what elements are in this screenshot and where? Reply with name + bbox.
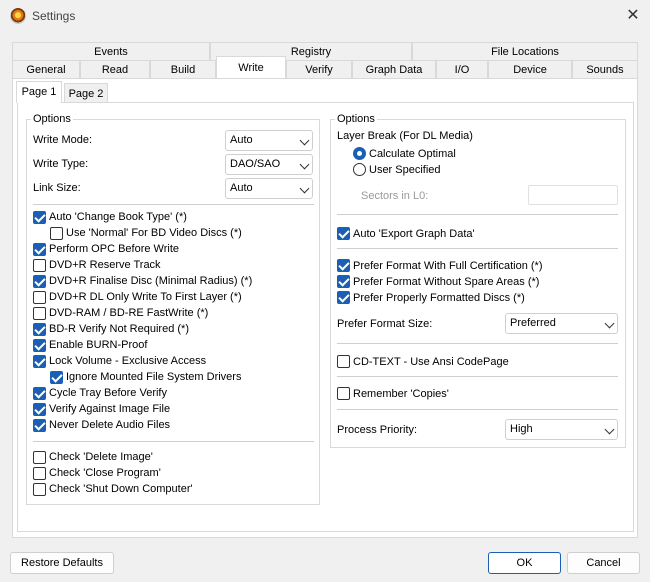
tab-events[interactable]: Events: [12, 42, 210, 60]
checkbox-verify-image[interactable]: [33, 403, 46, 416]
checkbox-label: Auto 'Change Book Type' (*): [49, 211, 187, 223]
checkbox-label: Auto 'Export Graph Data': [353, 228, 475, 240]
divider: [337, 343, 618, 344]
checkbox-remember-copies[interactable]: [337, 387, 350, 400]
ok-button[interactable]: OK: [488, 552, 561, 574]
chevron-down-icon: [299, 183, 310, 194]
checkbox-label: Prefer Format With Full Certification (*…: [353, 260, 543, 272]
checkbox-label: CD-TEXT - Use Ansi CodePage: [353, 356, 509, 368]
checkbox-label: DVD+R Reserve Track: [49, 259, 161, 271]
tab-sounds[interactable]: Sounds: [572, 60, 638, 78]
tab-io[interactable]: I/O: [436, 60, 488, 78]
right-group-title: Options: [335, 113, 377, 125]
checkbox-label: Use 'Normal' For BD Video Discs (*): [66, 227, 242, 239]
divider: [33, 204, 314, 205]
checkbox-label: Lock Volume - Exclusive Access: [49, 355, 207, 367]
radio-calculate-optimal[interactable]: [353, 147, 366, 160]
checkbox-never-delete-audio[interactable]: [33, 419, 46, 432]
tab-graph-data[interactable]: Graph Data: [352, 60, 436, 78]
checkbox-label: Ignore Mounted File System Drivers: [66, 371, 242, 383]
checkbox-cycle-tray[interactable]: [33, 387, 46, 400]
tab-write[interactable]: Write: [216, 56, 286, 78]
checkbox-prefer-no-spare[interactable]: [337, 275, 350, 288]
checkbox-ignore-mounted[interactable]: [50, 371, 63, 384]
prefer-format-size-select[interactable]: Preferred: [505, 313, 618, 334]
prefer-format-size-label: Prefer Format Size:: [337, 318, 433, 330]
tab-build[interactable]: Build: [150, 60, 216, 78]
chevron-down-icon: [299, 135, 310, 146]
checkbox-label: Check 'Delete Image': [49, 451, 153, 463]
tab-device[interactable]: Device: [488, 60, 572, 78]
close-icon[interactable]: ✕: [622, 6, 644, 26]
write-mode-label: Write Mode:: [33, 134, 93, 146]
app-icon: [10, 8, 26, 24]
write-type-label: Write Type:: [33, 158, 89, 170]
checkbox-label: DVD+R DL Only Write To First Layer (*): [49, 291, 242, 303]
tab-general[interactable]: General: [12, 60, 80, 78]
write-type-select[interactable]: DAO/SAO: [225, 154, 313, 175]
sectors-label: Sectors in L0:: [361, 190, 429, 202]
checkbox-dvdram-fastwrite[interactable]: [33, 307, 46, 320]
settings-window: Settings ✕ Events Registry File Location…: [0, 0, 650, 582]
link-size-label: Link Size:: [33, 182, 81, 194]
checkbox-label: BD-R Verify Not Required (*): [49, 323, 189, 335]
write-mode-select[interactable]: Auto: [225, 130, 313, 151]
tab-verify[interactable]: Verify: [286, 60, 352, 78]
checkbox-use-normal-bd[interactable]: [50, 227, 63, 240]
checkbox-label: Perform OPC Before Write: [49, 243, 179, 255]
chevron-down-icon: [604, 318, 615, 329]
checkbox-prefer-full-cert[interactable]: [337, 259, 350, 272]
cancel-button[interactable]: Cancel: [567, 552, 640, 574]
checkbox-label: Never Delete Audio Files: [49, 419, 171, 431]
checkbox-dvdr-finalise[interactable]: [33, 275, 46, 288]
chevron-down-icon: [299, 159, 310, 170]
layer-break-label: Layer Break (For DL Media): [337, 130, 473, 142]
checkbox-perform-opc[interactable]: [33, 243, 46, 256]
process-priority-select[interactable]: High: [505, 419, 618, 440]
divider: [33, 441, 314, 442]
subtab-page-2[interactable]: Page 2: [64, 83, 108, 103]
checkbox-label: DVD-RAM / BD-RE FastWrite (*): [49, 307, 209, 319]
subtab-page-1[interactable]: Page 1: [16, 81, 62, 103]
chevron-down-icon: [604, 424, 615, 435]
checkbox-auto-change-book-type[interactable]: [33, 211, 46, 224]
divider: [337, 214, 618, 215]
checkbox-lock-volume[interactable]: [33, 355, 46, 368]
checkbox-label: Verify Against Image File: [49, 403, 171, 415]
checkbox-label: Check 'Shut Down Computer': [49, 483, 193, 495]
divider: [337, 376, 618, 377]
radio-label: User Specified: [369, 164, 441, 176]
window-title: Settings: [32, 9, 76, 23]
checkbox-auto-export-graph[interactable]: [337, 227, 350, 240]
radio-label: Calculate Optimal: [369, 148, 456, 160]
checkbox-dvdr-dl-first-layer[interactable]: [33, 291, 46, 304]
tab-read[interactable]: Read: [80, 60, 150, 78]
checkbox-cdtext-ansi[interactable]: [337, 355, 350, 368]
checkbox-prefer-properly-formatted[interactable]: [337, 291, 350, 304]
radio-user-specified[interactable]: [353, 163, 366, 176]
title-bar: Settings ✕: [0, 0, 650, 32]
checkbox-label: Prefer Properly Formatted Discs (*): [353, 292, 525, 304]
checkbox-label: Prefer Format Without Spare Areas (*): [353, 276, 540, 288]
checkbox-label: Remember 'Copies': [353, 388, 449, 400]
checkbox-bdr-verify[interactable]: [33, 323, 46, 336]
divider: [337, 248, 618, 249]
restore-defaults-button[interactable]: Restore Defaults: [10, 552, 114, 574]
process-priority-label: Process Priority:: [337, 424, 418, 436]
checkbox-burn-proof[interactable]: [33, 339, 46, 352]
checkbox-label: Cycle Tray Before Verify: [49, 387, 167, 399]
tab-file-locations[interactable]: File Locations: [412, 42, 638, 60]
link-size-select[interactable]: Auto: [225, 178, 313, 199]
left-group-title: Options: [31, 113, 73, 125]
checkbox-check-shutdown[interactable]: [33, 483, 46, 496]
checkbox-dvdr-reserve-track[interactable]: [33, 259, 46, 272]
checkbox-label: DVD+R Finalise Disc (Minimal Radius) (*): [49, 275, 253, 287]
checkbox-label: Check 'Close Program': [49, 467, 161, 479]
sectors-input[interactable]: [528, 185, 618, 205]
checkbox-label: Enable BURN-Proof: [49, 339, 148, 351]
checkbox-check-delete-image[interactable]: [33, 451, 46, 464]
checkbox-check-close-program[interactable]: [33, 467, 46, 480]
divider: [337, 409, 618, 410]
